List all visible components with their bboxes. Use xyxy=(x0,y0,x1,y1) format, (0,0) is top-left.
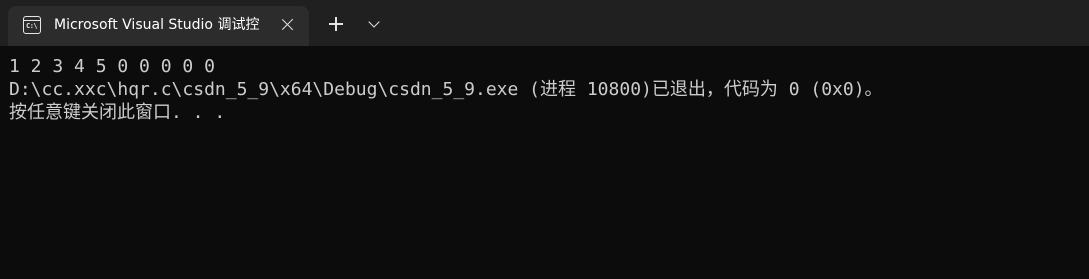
terminal-icon: C:\ xyxy=(23,16,41,34)
terminal-window: C:\ Microsoft Visual Studio 调试控 1 2 3 4 … xyxy=(0,0,1089,279)
close-icon[interactable] xyxy=(279,16,297,34)
tab-bar: C:\ Microsoft Visual Studio 调试控 xyxy=(0,0,1089,46)
console-line: 按任意键关闭此窗口. . . xyxy=(9,102,226,123)
console-line: D:\cc.xxc\hqr.c\csdn_5_9\x64\Debug\csdn_… xyxy=(9,79,883,100)
tab-visual-studio-debug-console[interactable]: C:\ Microsoft Visual Studio 调试控 xyxy=(8,6,309,46)
tab-title: Microsoft Visual Studio 调试控 xyxy=(54,17,260,33)
terminal-icon-text: C:\ xyxy=(26,22,38,30)
console-output[interactable]: 1 2 3 4 5 0 0 0 0 0 D:\cc.xxc\hqr.c\csdn… xyxy=(0,46,1089,279)
plus-icon[interactable] xyxy=(322,12,350,36)
chevron-down-icon[interactable] xyxy=(361,12,387,36)
console-line: 1 2 3 4 5 0 0 0 0 0 xyxy=(9,56,215,77)
